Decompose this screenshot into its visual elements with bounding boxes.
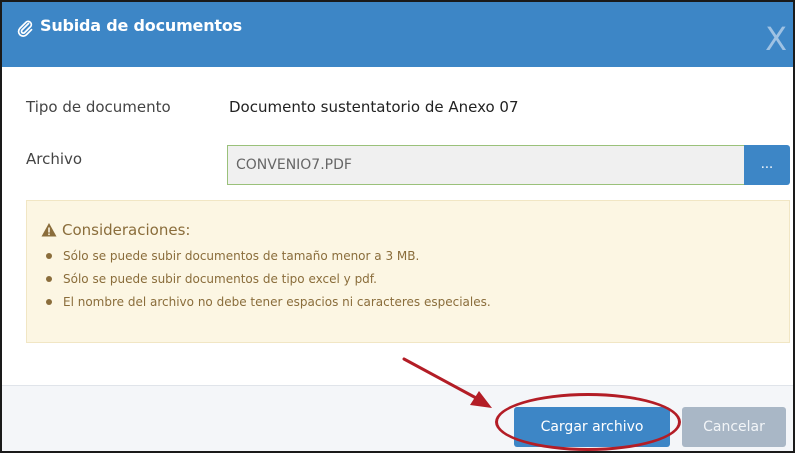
doc-type-label: Tipo de documento (26, 98, 171, 116)
cancel-button[interactable]: Cancelar (682, 407, 786, 447)
dialog-titlebar: Subida de documentos X (2, 2, 793, 67)
considerations-title: Consideraciones: (41, 221, 190, 239)
upload-dialog: Subida de documentos X Tipo de documento… (0, 0, 795, 453)
upload-file-button[interactable]: Cargar archivo (514, 407, 670, 447)
bullet-icon (46, 276, 52, 282)
considerations-list: Sólo se puede subir documentos de tamaño… (41, 248, 491, 317)
paperclip-icon (17, 20, 33, 37)
considerations-alert: Consideraciones: Sólo se puede subir doc… (26, 200, 790, 343)
file-name-field[interactable]: CONVENIO7.PDF (227, 145, 745, 185)
list-item: Sólo se puede subir documentos de tipo e… (41, 271, 491, 294)
dialog-footer (2, 385, 793, 451)
list-item: El nombre del archivo no debe tener espa… (41, 294, 491, 317)
warning-icon (41, 223, 57, 237)
dialog-title: Subida de documentos (40, 16, 242, 35)
doc-type-value: Documento sustentatorio de Anexo 07 (229, 98, 519, 116)
list-item: Sólo se puede subir documentos de tamaño… (41, 248, 491, 271)
close-button[interactable]: X (765, 20, 787, 58)
browse-button[interactable]: ... (744, 145, 790, 185)
file-label: Archivo (26, 150, 83, 168)
bullet-icon (46, 299, 52, 305)
bullet-icon (46, 253, 52, 259)
considerations-heading: Consideraciones: (62, 221, 191, 239)
